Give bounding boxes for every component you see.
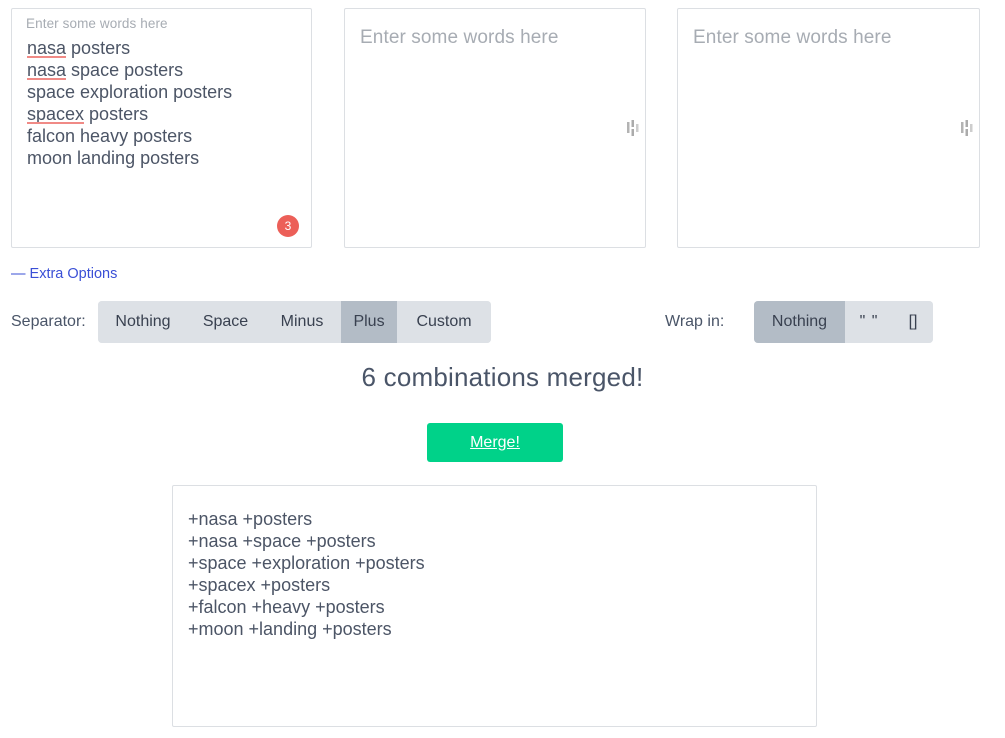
extra-options-link[interactable]: — Extra Options [11,266,117,282]
keywords-textarea-2-placeholder: Enter some words here [360,27,559,48]
keyword-inputs-row: Enter some words here nasa posters nasa s… [0,0,1005,250]
keyword-line: spacex posters [27,104,149,124]
keywords-textarea-1-content: nasa posters nasa space posters space expl… [27,37,301,169]
spellcheck-underline: nasa [27,38,67,58]
keyword-line: nasa posters [27,38,131,58]
keyword-line: moon landing posters [27,148,200,168]
wrap-in-option-2[interactable]: [] [893,301,933,343]
resize-grip-icon[interactable] [627,120,639,136]
merge-words-tool-page: Enter some words here nasa posters nasa s… [0,0,1005,738]
separator-option-3[interactable]: Plus [341,301,397,343]
merged-output-line: +nasa +space +posters [188,531,376,551]
keywords-textarea-1-label: Enter some words here [26,16,168,31]
spellcheck-underline: nasa [27,60,67,80]
separator-button-group[interactable]: Nothing Space Minus Plus Custom [98,301,491,343]
keyword-line: nasa space posters [27,60,184,80]
resize-grip-icon[interactable] [961,120,973,136]
wrap-in-button-group[interactable]: Nothing " "[] [754,301,933,343]
keyword-line: space exploration posters [27,82,233,102]
separator-option-0[interactable]: Nothing [98,301,188,343]
merged-output-line: +falcon +heavy +posters [188,597,385,617]
keywords-textarea-3-placeholder: Enter some words here [693,27,892,48]
result-heading: 6 combinations merged! [361,362,644,392]
separator-label: Separator: [11,313,86,330]
merged-output-line: +space +exploration +posters [188,553,425,573]
merge-button[interactable]: Merge! [427,423,563,462]
keywords-textarea-1[interactable]: Enter some words here nasa posters nasa s… [11,8,312,248]
separator-option-4[interactable]: Custom [397,301,491,343]
merged-output-textarea[interactable]: +nasa +posters +nasa +space +posters +spac… [172,485,817,727]
merged-output-content: +nasa +posters +nasa +space +posters +spac… [188,508,804,640]
merged-output-line: +spacex +posters [188,575,331,595]
spellcheck-underline: spacex [27,104,85,124]
separator-option-2[interactable]: Minus [263,301,341,343]
keywords-textarea-2[interactable]: Enter some words here [344,8,646,248]
keyword-line: falcon heavy posters [27,126,193,146]
keyword-count-badge: 3 [277,215,299,237]
wrap-in-option-1[interactable]: " " [845,301,893,343]
wrap-in-label: Wrap in: [665,313,725,330]
merged-output-line: +nasa +posters [188,509,313,529]
merged-output-line: +moon +landing +posters [188,619,392,639]
keywords-textarea-3[interactable]: Enter some words here [677,8,980,248]
separator-option-1[interactable]: Space [188,301,263,343]
wrap-in-option-0[interactable]: Nothing [754,301,845,343]
